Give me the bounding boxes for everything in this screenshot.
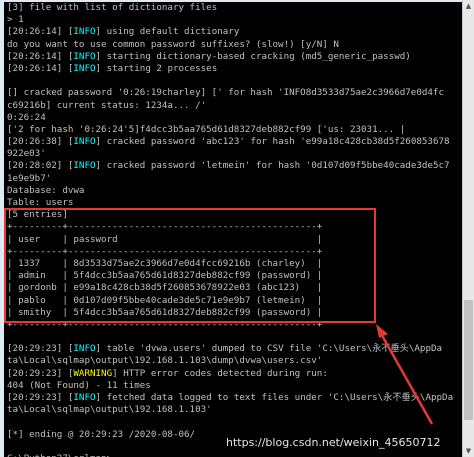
watermark-text: https://blog.csdn.net/weixin_45650712 xyxy=(226,436,441,449)
vertical-scrollbar[interactable]: ▲ ▼ xyxy=(462,0,474,457)
scroll-up-arrow-icon[interactable]: ▲ xyxy=(463,0,474,12)
red-arrow-annotation xyxy=(376,324,434,425)
arrow-shaft xyxy=(378,331,434,425)
console-window: [3] file with list of dictionary files > … xyxy=(0,0,474,457)
scroll-thumb[interactable] xyxy=(464,300,473,420)
scroll-down-arrow-icon[interactable]: ▼ xyxy=(463,445,474,457)
arrow-head xyxy=(376,324,388,338)
